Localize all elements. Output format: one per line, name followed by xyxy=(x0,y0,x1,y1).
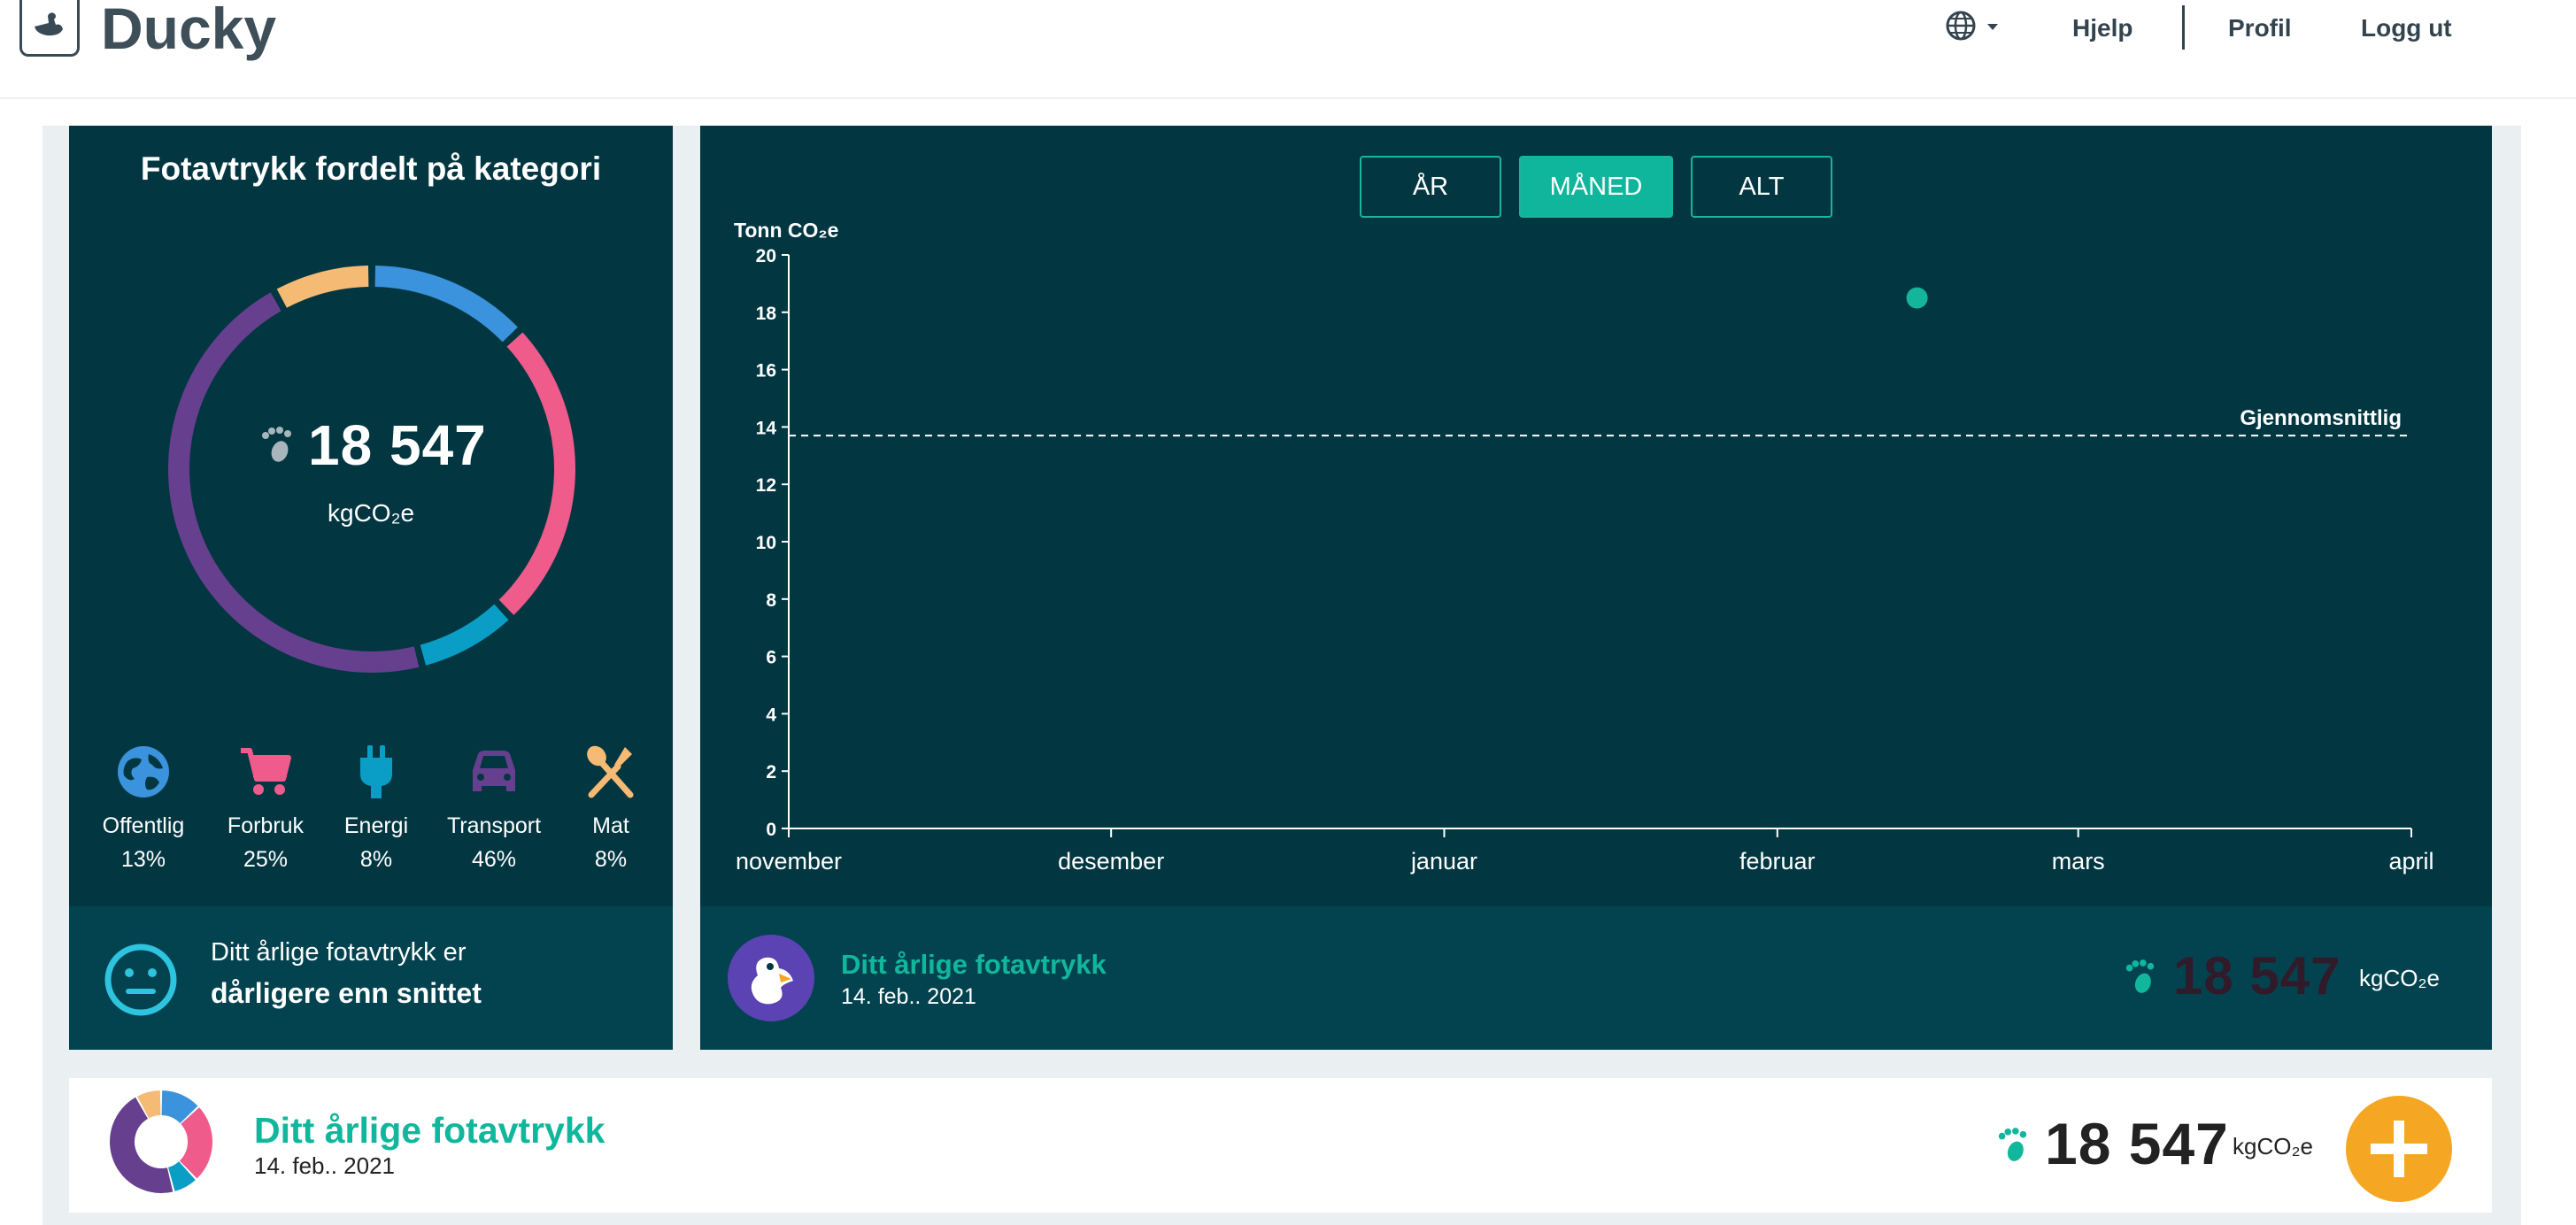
chart-footer-unit: kgCO₂e xyxy=(2359,965,2441,991)
mini-category-donut xyxy=(110,1090,212,1193)
neutral-face-icon xyxy=(104,944,177,1016)
y-tick-label: 20 xyxy=(756,246,776,266)
category-transport[interactable]: Transport 46% xyxy=(432,743,556,876)
caret-down-icon xyxy=(1987,24,1998,30)
footprint-timeline-chart: Tonn CO₂e Gjennomsnittlig 20181614121086… xyxy=(734,219,2434,874)
donut-segment-energi xyxy=(167,1160,196,1191)
x-tick-label: november xyxy=(736,848,842,874)
summary-card-title: Ditt årlige fotavtrykk xyxy=(254,1110,605,1151)
shopping-cart-icon xyxy=(241,748,291,795)
category-percent: 8% xyxy=(594,847,628,872)
total-footprint-value: 18 547 xyxy=(308,413,487,477)
y-tick-label: 14 xyxy=(756,418,777,438)
plus-icon xyxy=(2371,1121,2427,1177)
donut-segment-offentlig xyxy=(160,1090,198,1124)
duck-avatar-icon xyxy=(751,957,793,1005)
data-point[interactable] xyxy=(1906,287,1928,309)
utensils-icon xyxy=(587,745,634,798)
app-logo-text[interactable]: Ducky xyxy=(101,0,276,64)
average-line-label: Gjennomsnittlig xyxy=(2240,406,2402,430)
top-header: Ducky Hjelp Profil Logg ut xyxy=(0,0,2576,99)
x-tick-label: mars xyxy=(2052,848,2105,874)
donut-segment-mat xyxy=(276,266,369,308)
chart-footer-date: 14. feb.. 2021 xyxy=(841,984,976,1009)
profile-link[interactable]: Profil xyxy=(2228,11,2292,46)
x-tick-label: desember xyxy=(1058,848,1164,874)
y-tick-label: 0 xyxy=(766,820,776,840)
category-percent: 46% xyxy=(471,847,517,872)
y-tick-label: 8 xyxy=(766,590,776,611)
y-tick-label: 2 xyxy=(766,762,776,782)
category-label: Forbruk xyxy=(227,813,305,838)
category-panel-title: Fotavtrykk fordelt på kategori xyxy=(140,150,602,187)
y-tick-label: 4 xyxy=(766,705,776,725)
y-tick-label: 18 xyxy=(756,304,777,324)
footprint-icon xyxy=(2125,959,2155,993)
user-avatar[interactable] xyxy=(728,935,814,1021)
chart-footer-title: Ditt årlige fotavtrykk xyxy=(841,949,1107,980)
category-mat[interactable]: Mat 8% xyxy=(549,743,673,876)
summary-card-value: 18 547 xyxy=(2045,1111,2229,1176)
y-tick-label: 6 xyxy=(766,648,776,668)
category-forbruk[interactable]: Forbruk 25% xyxy=(204,743,328,876)
help-link[interactable]: Hjelp xyxy=(2072,11,2133,46)
duck-logo-icon[interactable] xyxy=(19,0,80,57)
plug-icon xyxy=(360,745,392,798)
category-label: Offentlig xyxy=(102,813,185,838)
footprint-icon xyxy=(262,427,291,462)
x-tick-label: februar xyxy=(1739,848,1816,874)
category-label: Transport xyxy=(446,813,542,838)
category-percent: 13% xyxy=(120,847,166,872)
footprint-icon xyxy=(1998,1128,2027,1161)
donut-segment-mat xyxy=(137,1090,162,1119)
category-label: Mat xyxy=(592,813,629,838)
donut-segment-transport xyxy=(168,292,420,673)
total-footprint-unit: kgCO₂e xyxy=(328,499,415,527)
category-percent: 25% xyxy=(243,847,289,872)
donut-segment-offentlig xyxy=(374,266,518,343)
comparison-text: Ditt årlige fotavtrykk er xyxy=(211,938,467,967)
donut-segment-energi xyxy=(420,604,509,666)
logout-link[interactable]: Logg ut xyxy=(2361,11,2452,46)
add-footprint-button[interactable] xyxy=(2346,1096,2452,1202)
category-offentlig[interactable]: Offentlig 13% xyxy=(81,743,205,876)
car-icon xyxy=(473,751,515,791)
x-tick-label: januar xyxy=(1410,848,1477,874)
globe-icon xyxy=(118,746,169,797)
y-tick-label: 12 xyxy=(756,475,776,496)
donut-segment-forbruk xyxy=(179,1107,212,1179)
y-tick-label: 16 xyxy=(756,361,776,381)
summary-card-unit: kgCO₂e xyxy=(2233,1133,2314,1160)
category-percent: 8% xyxy=(359,847,393,872)
chart-footer-value: 18 547 xyxy=(2173,946,2341,1005)
category-energi[interactable]: Energi 8% xyxy=(314,743,438,876)
donut-segment-transport xyxy=(110,1097,174,1193)
globe-icon xyxy=(1946,11,1976,41)
y-tick-label: 10 xyxy=(756,533,776,553)
language-selector[interactable] xyxy=(1944,9,2006,48)
y-axis-label: Tonn CO₂e xyxy=(734,219,838,242)
nav-divider xyxy=(2182,5,2185,50)
donut-segment-forbruk xyxy=(498,332,575,615)
category-label: Energi xyxy=(343,813,409,838)
comparison-result: dårligere enn snittet xyxy=(211,977,482,1009)
x-tick-label: april xyxy=(2388,848,2433,874)
summary-card-date: 14. feb.. 2021 xyxy=(254,1152,396,1179)
